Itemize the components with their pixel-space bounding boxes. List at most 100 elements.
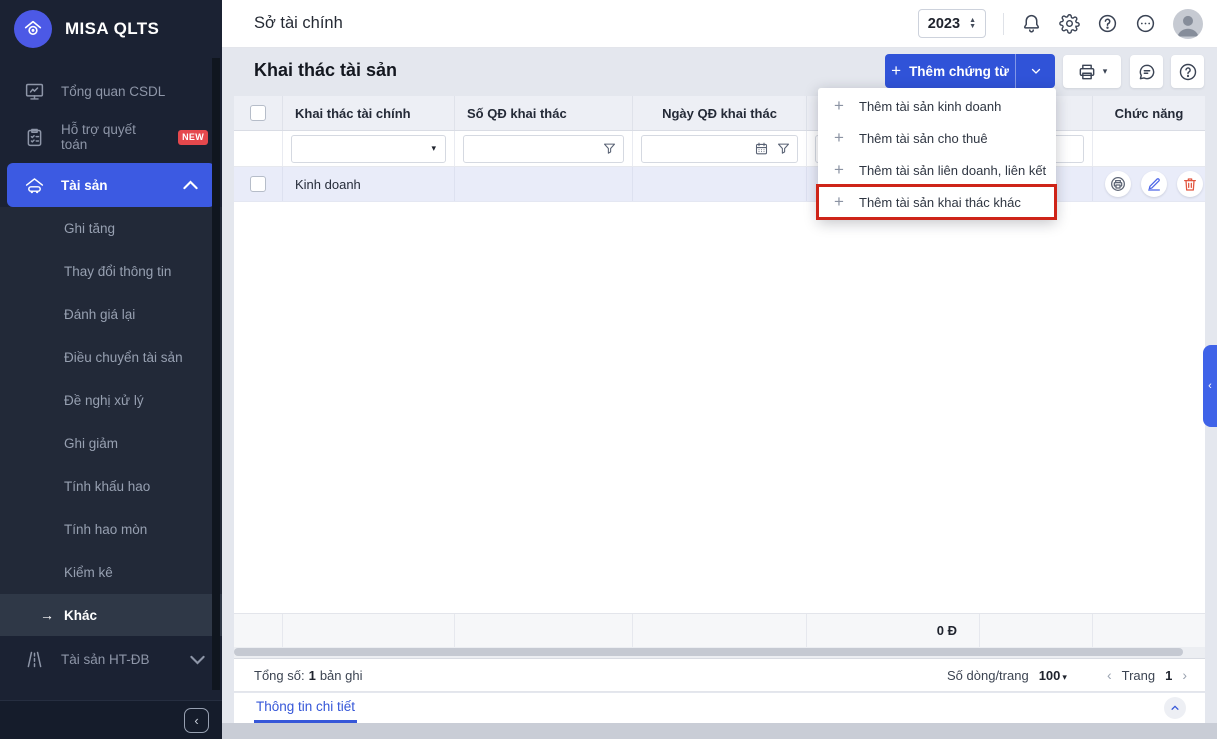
add-document-split-button[interactable]: + Thêm chứng từ bbox=[885, 54, 1055, 88]
filter-funnel-icon[interactable] bbox=[776, 141, 791, 156]
detail-panel-collapse-button[interactable] bbox=[1164, 697, 1186, 719]
page-label: Trang bbox=[1121, 667, 1156, 683]
sidebar-item-assets[interactable]: Tài sản bbox=[7, 163, 215, 207]
sidebar-footer: ‹ bbox=[0, 700, 222, 739]
tab-detail-info[interactable]: Thông tin chi tiết bbox=[254, 693, 358, 723]
menu-item-add-rental-asset[interactable]: + Thêm tài sản cho thuê bbox=[818, 122, 1056, 154]
more-button[interactable] bbox=[1135, 13, 1156, 34]
column-header-decision-date[interactable]: Ngày QĐ khai thác bbox=[633, 96, 807, 130]
page-number: 1 bbox=[1165, 667, 1173, 683]
misa-logo-icon bbox=[14, 10, 52, 48]
submenu-label: Kiểm kê bbox=[64, 565, 113, 580]
chevron-down-icon bbox=[190, 655, 205, 664]
filter-funnel-icon[interactable] bbox=[602, 141, 617, 156]
sidebar-item-label: Hỗ trợ quyết toán bbox=[61, 122, 136, 152]
row-print-button[interactable] bbox=[1105, 171, 1131, 197]
chevron-down-icon bbox=[1031, 68, 1040, 74]
settings-button[interactable] bbox=[1059, 13, 1080, 34]
more-icon bbox=[1136, 14, 1155, 33]
help-button[interactable] bbox=[1097, 13, 1118, 34]
row-delete-button[interactable] bbox=[1177, 171, 1203, 197]
column-header-decision-no[interactable]: Số QĐ khai thác bbox=[455, 96, 633, 130]
list-footer: Tổng số: 1 bản ghi Số dòng/trang 100 ▾ ‹ … bbox=[234, 658, 1205, 692]
plus-icon: + bbox=[834, 160, 844, 179]
page-help-button[interactable] bbox=[1171, 55, 1204, 88]
trash-icon bbox=[1184, 178, 1196, 191]
notifications-button[interactable] bbox=[1021, 13, 1042, 34]
submenu-item-khac[interactable]: → Khác bbox=[0, 594, 222, 636]
sidebar: MISA QLTS Tổng quan CSDL Hỗ trợ quyết to… bbox=[0, 0, 222, 739]
horizontal-scrollbar[interactable] bbox=[234, 647, 1205, 658]
sidebar-item-label: Tài sản HT-ĐB bbox=[61, 651, 150, 667]
cell-decision-no bbox=[455, 167, 633, 201]
menu-item-add-business-asset[interactable]: + Thêm tài sản kinh doanh bbox=[818, 90, 1056, 122]
submenu-item-dieu-chuyen-tai-san[interactable]: Điều chuyển tài sản bbox=[0, 336, 222, 379]
menu-item-label: Thêm tài sản khai thác khác bbox=[859, 194, 1021, 210]
submenu-item-ghi-tang[interactable]: Ghi tăng bbox=[0, 207, 222, 250]
table-row[interactable]: Kinh doanh bbox=[234, 167, 1205, 202]
submenu-item-ghi-giam[interactable]: Ghi giảm bbox=[0, 422, 222, 465]
bell-icon bbox=[1023, 14, 1040, 33]
submenu-item-kiem-ke[interactable]: Kiểm kê bbox=[0, 551, 222, 594]
submenu-item-danh-gia-lai[interactable]: Đánh giá lại bbox=[0, 293, 222, 336]
filter-decision-no-input[interactable] bbox=[464, 135, 623, 162]
app-window: MISA QLTS Tổng quan CSDL Hỗ trợ quyết to… bbox=[0, 0, 1217, 739]
topbar-actions: 2023 ▲ ▼ bbox=[917, 8, 1217, 39]
year-spinner-icon[interactable]: ▲ ▼ bbox=[969, 17, 976, 30]
app-logo[interactable]: MISA QLTS bbox=[0, 0, 222, 58]
filter-financial-select[interactable]: ▾ bbox=[291, 134, 446, 163]
chevron-left-icon: ‹ bbox=[1208, 380, 1212, 392]
submenu-item-tinh-hao-mon[interactable]: Tính hao mòn bbox=[0, 508, 222, 551]
plus-icon: + bbox=[891, 61, 902, 80]
caret-down-icon: ▾ bbox=[1102, 66, 1108, 76]
row-actions bbox=[1105, 171, 1203, 197]
row-edit-button[interactable] bbox=[1141, 171, 1167, 197]
column-header-actions: Chức năng bbox=[1114, 105, 1184, 121]
sidebar-item-overview[interactable]: Tổng quan CSDL bbox=[0, 68, 222, 114]
calendar-icon[interactable] bbox=[754, 141, 769, 156]
menu-item-add-other-exploitation-asset[interactable]: + Thêm tài sản khai thác khác bbox=[818, 186, 1056, 218]
scrollbar-thumb[interactable] bbox=[234, 648, 1183, 656]
submenu-item-de-nghi-xu-ly[interactable]: Đề nghị xử lý bbox=[0, 379, 222, 422]
help-icon bbox=[1098, 14, 1117, 33]
submenu-label: Tính khấu hao bbox=[64, 479, 151, 494]
plus-icon: + bbox=[834, 96, 844, 115]
road-icon bbox=[27, 651, 42, 667]
sidebar-collapse-button[interactable]: ‹ bbox=[184, 707, 209, 733]
submenu-label: Điều chuyển tài sản bbox=[64, 350, 183, 365]
current-item-arrow-icon: → bbox=[40, 607, 54, 623]
sidebar-item-assets-htdb[interactable]: Tài sản HT-ĐB bbox=[0, 636, 222, 682]
side-panel-handle[interactable]: ‹ bbox=[1203, 345, 1217, 427]
sidebar-item-label: Tổng quan CSDL bbox=[61, 83, 166, 99]
app-title: MISA QLTS bbox=[65, 19, 160, 38]
column-header-financial[interactable]: Khai thác tài chính bbox=[283, 96, 455, 130]
add-document-button[interactable]: + Thêm chứng từ bbox=[885, 54, 1015, 88]
sidebar-item-support[interactable]: Hỗ trợ quyết toán NEW bbox=[0, 114, 222, 160]
prev-page-button[interactable]: ‹ bbox=[1107, 667, 1112, 683]
add-document-dropdown-toggle[interactable] bbox=[1015, 54, 1055, 88]
row-checkbox[interactable] bbox=[250, 176, 266, 192]
table-filter-row: ▾ bbox=[234, 131, 1205, 167]
cell-decision-date bbox=[633, 167, 807, 201]
print-button[interactable]: ▾ bbox=[1063, 55, 1121, 88]
submenu-item-tinh-khau-hao[interactable]: Tính khấu hao bbox=[0, 465, 222, 508]
year-selector[interactable]: 2023 ▲ ▼ bbox=[917, 9, 986, 38]
select-all-checkbox[interactable] bbox=[250, 105, 266, 121]
rows-per-page-select[interactable]: 100 ▾ bbox=[1039, 668, 1067, 683]
person-icon bbox=[1177, 15, 1199, 36]
submenu-item-thay-doi-thong-tin[interactable]: Thay đổi thông tin bbox=[0, 250, 222, 293]
menu-item-label: Thêm tài sản cho thuê bbox=[859, 130, 988, 146]
next-page-button[interactable]: › bbox=[1182, 667, 1187, 683]
total-label: Tổng số: bbox=[254, 667, 305, 683]
assets-submenu: Ghi tăng Thay đổi thông tin Đánh giá lại… bbox=[0, 207, 222, 636]
submenu-label: Ghi giảm bbox=[64, 436, 119, 451]
submenu-label: Đánh giá lại bbox=[64, 307, 136, 322]
summary-total-amount: 0 Đ bbox=[807, 614, 980, 647]
table-summary-row: 0 Đ bbox=[234, 613, 1205, 647]
feedback-button[interactable] bbox=[1130, 55, 1163, 88]
asset-table: Khai thác tài chính Số QĐ khai thác Ngày… bbox=[234, 96, 1205, 658]
sidebar-scrollbar[interactable] bbox=[212, 58, 220, 690]
user-avatar[interactable] bbox=[1173, 8, 1203, 39]
printer-icon bbox=[1111, 177, 1125, 191]
menu-item-add-joint-venture-asset[interactable]: + Thêm tài sản liên doanh, liên kết bbox=[818, 154, 1056, 186]
